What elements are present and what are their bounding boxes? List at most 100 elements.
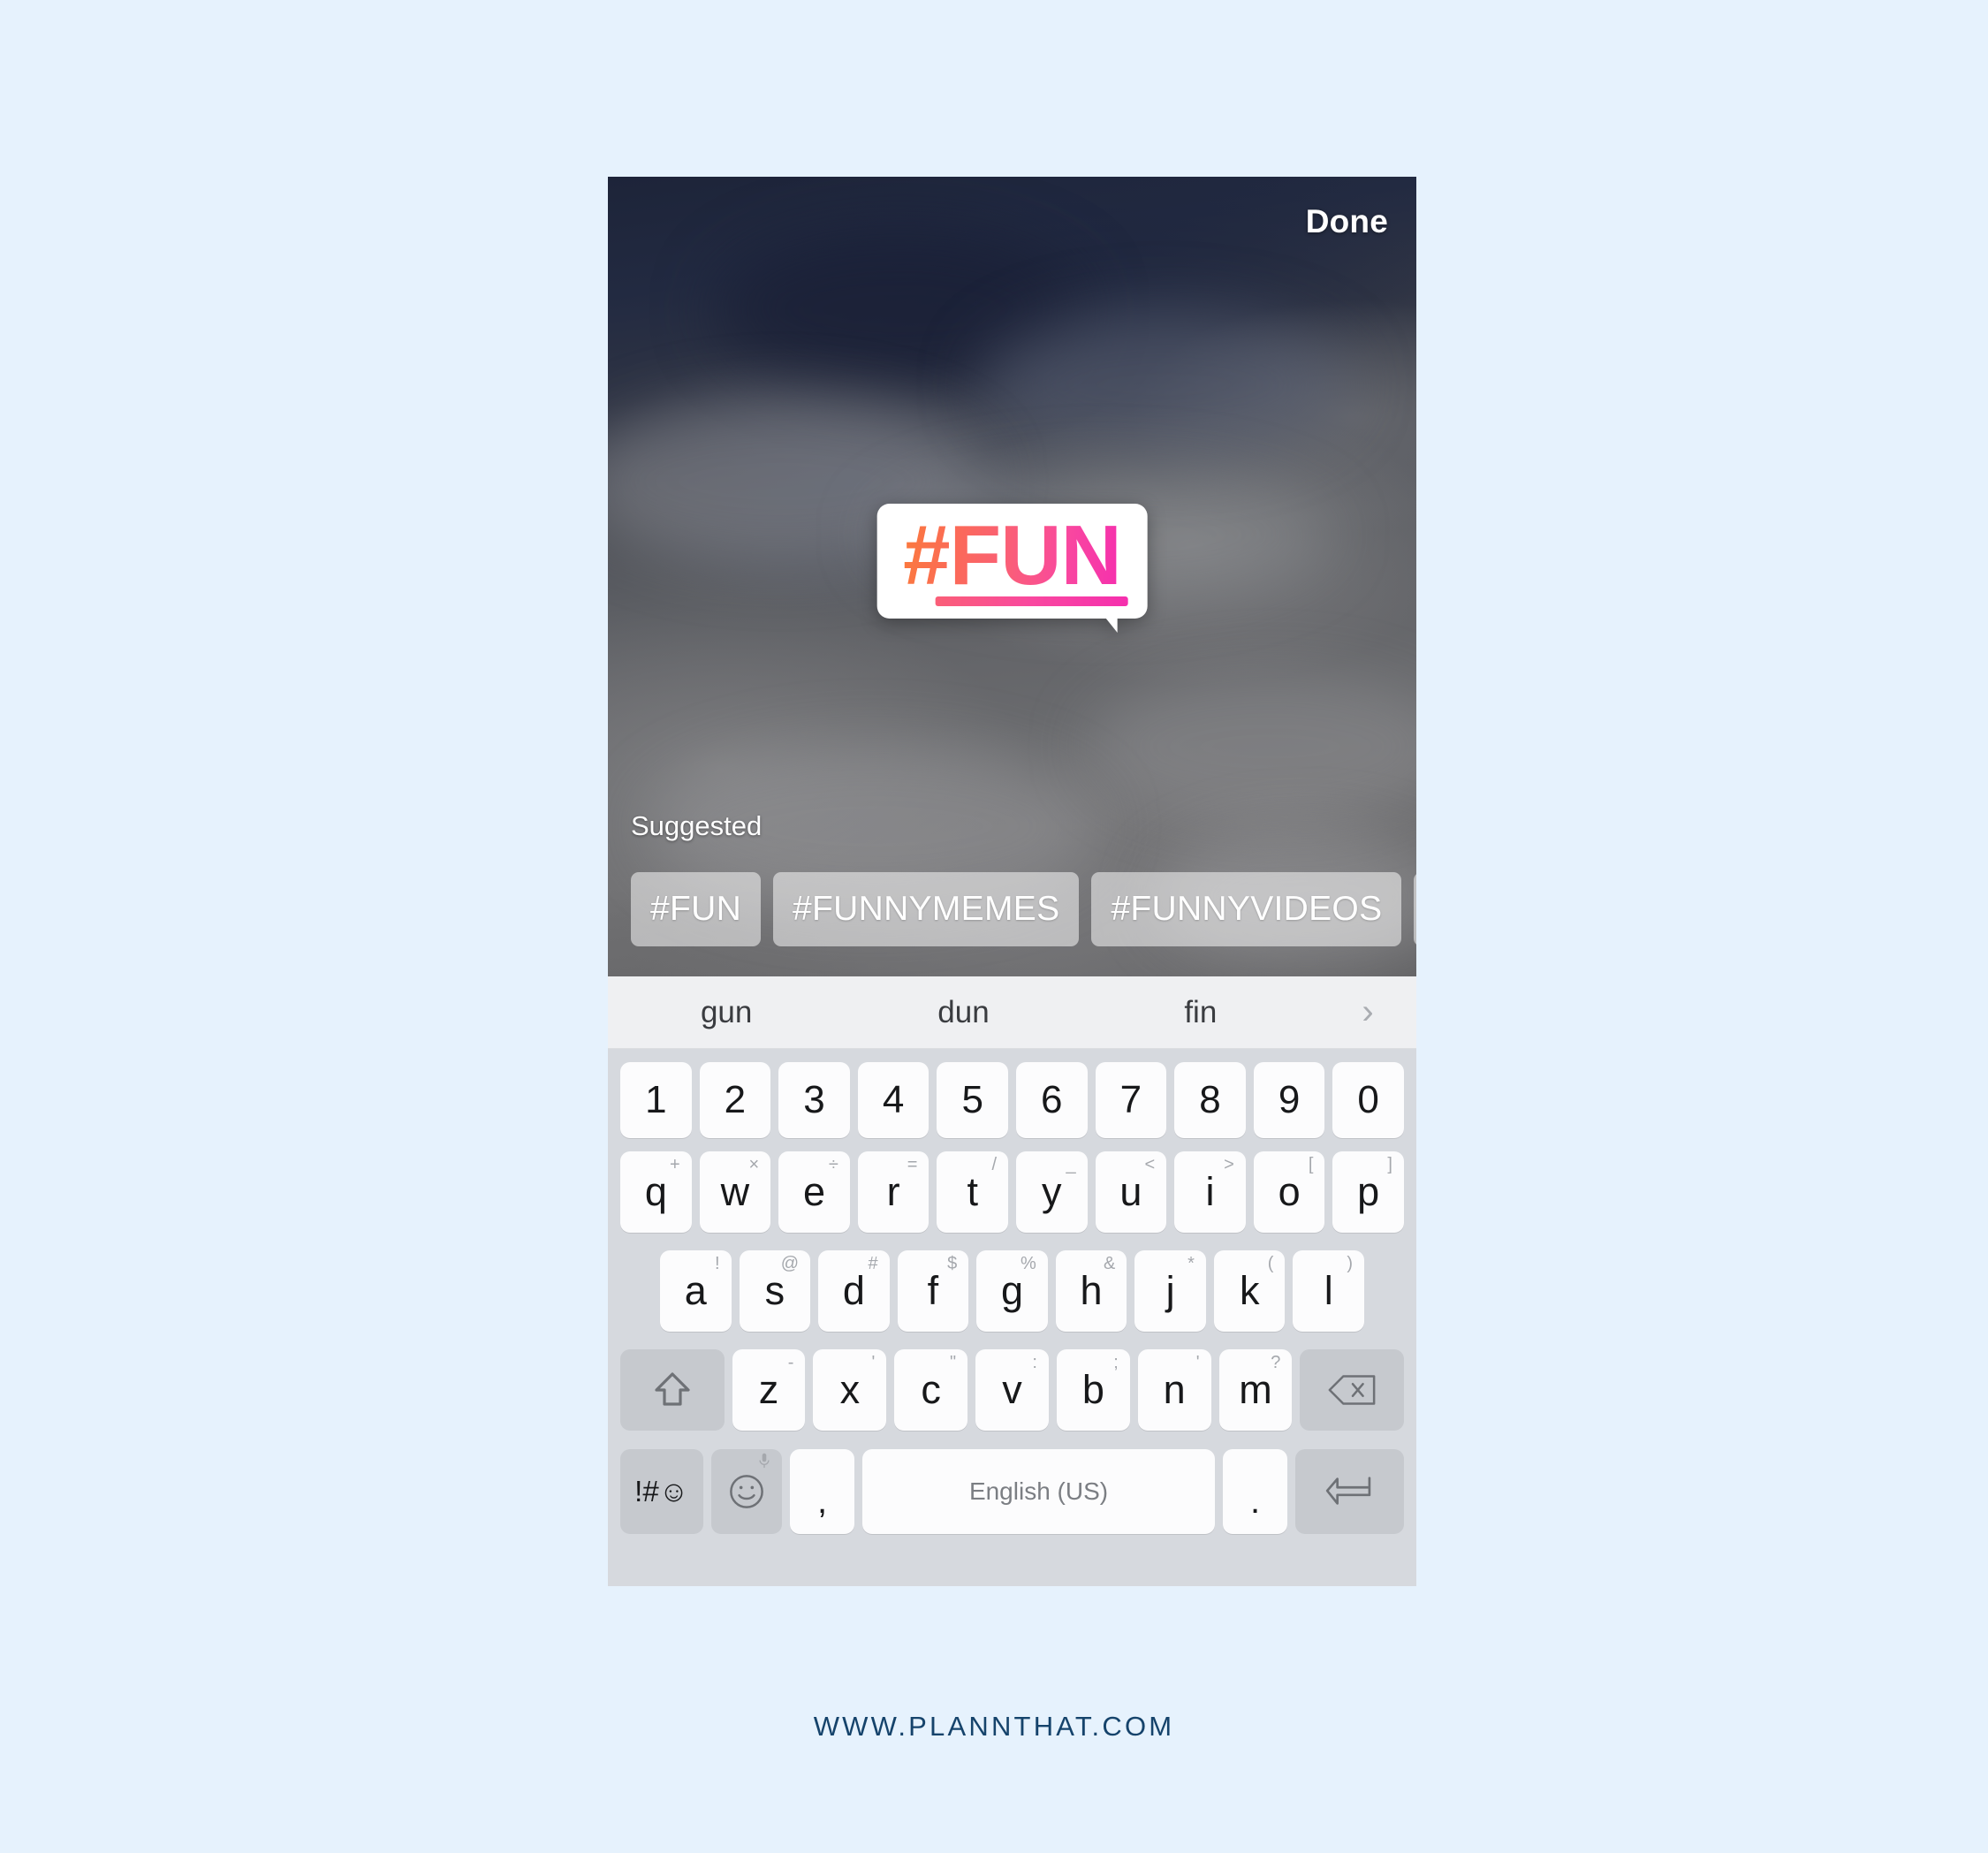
key-e-label: e <box>803 1169 826 1214</box>
key-j-symbol: * <box>1187 1254 1195 1273</box>
shift-arrow-icon[interactable] <box>620 1349 725 1431</box>
key-x-label: x <box>839 1367 861 1412</box>
hashtag-sticker-text: #FUN <box>903 508 1122 603</box>
suggested-chip[interactable]: # <box>1414 872 1416 946</box>
key-m[interactable]: ? m <box>1218 1349 1293 1431</box>
key-q-label: q <box>644 1169 667 1214</box>
key-u-symbol: < <box>1144 1155 1156 1174</box>
key-f[interactable]: $ f <box>897 1250 969 1332</box>
enter-return-icon[interactable] <box>1294 1449 1405 1534</box>
key-7[interactable]: 7 <box>1095 1062 1167 1138</box>
key-i[interactable]: > i <box>1174 1151 1246 1233</box>
key-d[interactable]: # d <box>818 1250 890 1332</box>
key-a[interactable]: ! a <box>659 1250 732 1332</box>
key-6[interactable]: 6 <box>1016 1062 1088 1138</box>
key-e[interactable]: ÷ e <box>778 1151 850 1233</box>
period-key[interactable]: . <box>1223 1449 1287 1534</box>
story-photo-area[interactable]: Done #FUN Suggested #FUN #FUNNYMEMES #FU… <box>608 177 1416 976</box>
key-4[interactable]: 4 <box>857 1062 930 1138</box>
key-y-symbol: _ <box>1066 1155 1076 1174</box>
key-p[interactable]: ] p <box>1332 1151 1404 1233</box>
key-p-symbol: ] <box>1387 1155 1392 1174</box>
key-x-symbol: ' <box>871 1353 876 1372</box>
key-j[interactable]: * j <box>1134 1250 1206 1332</box>
key-v[interactable]: :v <box>975 1349 1049 1431</box>
suggested-chip[interactable]: #FUNNYMEMES <box>773 872 1080 946</box>
keyboard-row-zxcv[interactable]: -z ' x " c :v ; b ' n ? m <box>608 1340 1416 1439</box>
suggested-chip[interactable]: #FUN <box>631 872 762 946</box>
key-i-symbol: > <box>1224 1155 1234 1174</box>
key-u[interactable]: < u <box>1095 1151 1167 1233</box>
suggestion-word[interactable]: fin <box>1082 995 1319 1030</box>
key-l-label: l <box>1324 1268 1333 1313</box>
key-a-label: a <box>684 1268 707 1313</box>
key-q[interactable]: + q <box>620 1151 692 1233</box>
key-n-label: n <box>1163 1367 1186 1412</box>
keyboard-row-bottom[interactable]: !#☺ , English (US) . <box>608 1439 1416 1544</box>
key-s-symbol: @ <box>780 1254 800 1273</box>
key-2[interactable]: 2 <box>699 1062 771 1138</box>
key-c[interactable]: " c <box>894 1349 968 1431</box>
key-b-label: b <box>1081 1367 1104 1412</box>
suggestion-word[interactable]: dun <box>845 995 1081 1030</box>
key-q-symbol: + <box>669 1155 680 1174</box>
key-l-symbol: ) <box>1347 1254 1354 1273</box>
hashtag-sticker-tail <box>1103 615 1118 634</box>
key-l[interactable]: ) l <box>1293 1250 1365 1332</box>
key-o[interactable]: [o <box>1253 1151 1325 1233</box>
emoji-face-icon[interactable] <box>710 1449 783 1534</box>
key-g[interactable]: % g <box>976 1250 1048 1332</box>
key-y-label: y <box>1042 1169 1062 1214</box>
hashtag-sticker[interactable]: #FUN <box>876 504 1148 634</box>
key-v-label: v <box>1002 1367 1022 1412</box>
footer-website-url: WWW.PLANNTHAT.COM <box>813 1711 1175 1742</box>
key-h[interactable]: & h <box>1055 1250 1127 1332</box>
suggestion-word[interactable]: gun <box>608 995 845 1030</box>
key-8[interactable]: 8 <box>1174 1062 1246 1138</box>
key-b[interactable]: ; b <box>1056 1349 1130 1431</box>
key-s[interactable]: @ s <box>739 1250 811 1332</box>
backspace-icon[interactable] <box>1300 1349 1405 1431</box>
key-m-label: m <box>1239 1367 1272 1412</box>
suggested-chip[interactable]: #FUNNYVIDEOS <box>1091 872 1402 946</box>
hashtag-sticker-card[interactable]: #FUN <box>876 504 1148 634</box>
key-z[interactable]: -z <box>732 1349 806 1431</box>
key-k-label: k <box>1239 1268 1260 1313</box>
keyboard-row-asdf[interactable]: ! a @ s # d $ f % g & h * j (k ) l <box>608 1242 1416 1340</box>
microphone-icon <box>758 1453 770 1474</box>
done-button[interactable]: Done <box>1306 203 1388 240</box>
keyboard-row-qwerty[interactable]: + q × w ÷ e = r / t _ y < u > i [o ] p <box>608 1143 1416 1242</box>
keyboard-suggestion-bar[interactable]: gun dun fin › <box>608 976 1416 1049</box>
key-0[interactable]: 0 <box>1332 1062 1404 1138</box>
on-screen-keyboard[interactable]: gun dun fin › 1 2 3 4 5 6 7 8 9 0 + q × w … <box>608 976 1416 1586</box>
key-a-symbol: ! <box>714 1254 720 1273</box>
key-w[interactable]: × w <box>699 1151 771 1233</box>
key-y[interactable]: _ y <box>1016 1151 1088 1233</box>
key-3[interactable]: 3 <box>778 1062 850 1138</box>
space-bar[interactable]: English (US) <box>861 1449 1216 1534</box>
key-d-symbol: # <box>868 1254 878 1273</box>
key-w-label: w <box>720 1169 750 1214</box>
key-o-label: o <box>1278 1169 1301 1214</box>
key-n-symbol: ' <box>1195 1353 1200 1372</box>
suggested-hashtag-list[interactable]: #FUN #FUNNYMEMES #FUNNYVIDEOS # <box>631 872 1416 946</box>
key-n[interactable]: ' n <box>1137 1349 1211 1431</box>
key-p-label: p <box>1357 1169 1380 1214</box>
symbols-key[interactable]: !#☺ <box>620 1449 703 1534</box>
keyboard-number-row[interactable]: 1 2 3 4 5 6 7 8 9 0 <box>608 1049 1416 1143</box>
key-s-label: s <box>764 1268 785 1313</box>
key-5[interactable]: 5 <box>937 1062 1008 1138</box>
key-f-label: f <box>927 1268 939 1313</box>
key-k-symbol: ( <box>1267 1254 1274 1273</box>
key-t[interactable]: / t <box>937 1151 1008 1233</box>
key-r[interactable]: = r <box>857 1151 930 1233</box>
key-1[interactable]: 1 <box>620 1062 692 1138</box>
comma-key[interactable]: , <box>790 1449 854 1534</box>
key-x[interactable]: ' x <box>813 1349 887 1431</box>
key-k[interactable]: (k <box>1213 1250 1286 1332</box>
key-r-label: r <box>886 1169 900 1214</box>
key-9[interactable]: 9 <box>1253 1062 1325 1138</box>
key-c-symbol: " <box>949 1353 957 1372</box>
key-e-symbol: ÷ <box>828 1155 838 1174</box>
chevron-right-icon[interactable]: › <box>1319 992 1416 1032</box>
